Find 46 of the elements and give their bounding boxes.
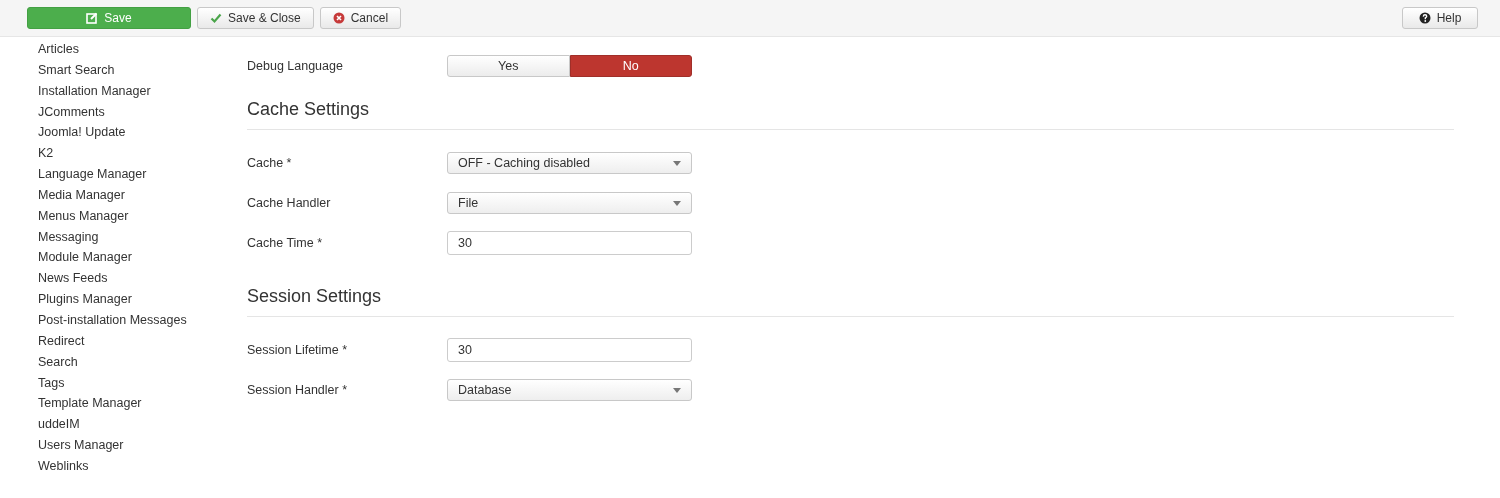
caret-icon [673, 387, 681, 393]
toolbar-button[interactable]: Save & Close [197, 7, 314, 29]
sidebar-item[interactable]: Users Manager [38, 435, 247, 456]
field-label: Debug Language [247, 59, 344, 73]
caret-icon [673, 200, 681, 206]
input-field[interactable]: 30 [447, 231, 692, 255]
section-heading: Session Settings [247, 285, 383, 308]
input-field[interactable]: 30 [447, 338, 692, 362]
sidebar-item[interactable]: Template Manager [38, 393, 247, 415]
sidebar-item[interactable]: Plugins Manager [38, 289, 247, 310]
check-icon [210, 12, 222, 24]
sidebar-item[interactable]: JComments [38, 101, 247, 123]
sidebar-item[interactable]: Weblinks [38, 455, 247, 477]
cancel-icon [332, 12, 345, 24]
sidebar-item[interactable]: Search [38, 351, 247, 373]
sidebar-item[interactable]: Media Manager [38, 184, 247, 206]
section-heading: Cache Settings [247, 98, 371, 121]
sidebar-item[interactable]: Tags [38, 372, 247, 394]
field-label: Cache Handler [247, 196, 332, 210]
sidebar-item[interactable]: Installation Manager [38, 80, 247, 102]
edit-icon [86, 12, 99, 24]
sidebar-item[interactable]: Smart Search [38, 59, 247, 81]
select-field[interactable]: Database [447, 379, 692, 401]
select-field[interactable]: OFF - Caching disabled [447, 152, 692, 174]
caret-icon [673, 160, 681, 166]
sidebar-item[interactable]: Post-installation Messages [38, 309, 247, 331]
sidebar-item[interactable]: uddeIM [38, 414, 247, 436]
field-label: Cache * [247, 156, 293, 170]
toolbar-button[interactable]: Cancel [319, 7, 402, 29]
toggle-option[interactable]: Yes [447, 55, 570, 77]
sidebar-item[interactable]: Menus Manager [38, 205, 247, 227]
sidebar-item[interactable]: Joomla! Update [38, 122, 247, 144]
help-button[interactable]: Help [1402, 7, 1478, 29]
field-label: Session Handler * [247, 383, 349, 397]
sidebar-item[interactable]: Language Manager [38, 164, 247, 185]
sidebar-item[interactable]: News Feeds [38, 268, 247, 290]
sidebar-item[interactable]: K2 [38, 143, 247, 165]
field-label: Cache Time * [247, 236, 324, 250]
sidebar-item[interactable]: Redirect [38, 330, 247, 352]
sidebar-item[interactable]: Messaging [38, 226, 247, 248]
toggle-option[interactable]: No [569, 55, 692, 77]
sidebar-item[interactable]: Module Manager [38, 247, 247, 269]
field-label: Session Lifetime * [247, 343, 349, 357]
sidebar-item[interactable]: Articles [38, 39, 247, 60]
help-icon [1418, 12, 1431, 24]
select-field[interactable]: File [447, 192, 692, 214]
